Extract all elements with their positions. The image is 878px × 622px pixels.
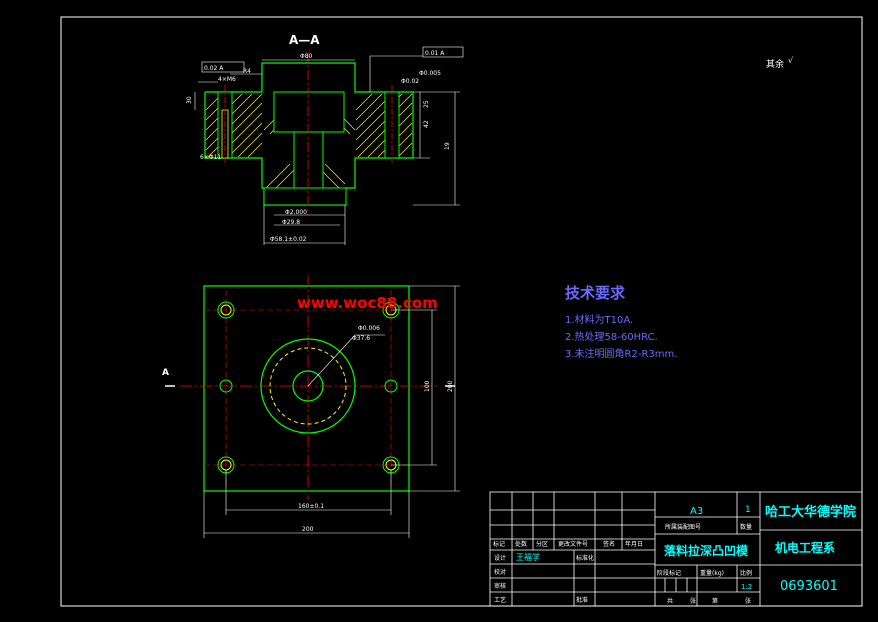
svg-text:重量(kg): 重量(kg)	[700, 569, 724, 577]
svg-text:工艺: 工艺	[494, 596, 506, 604]
tech-requirement-2: 2.热处理58-60HRC.	[565, 330, 658, 343]
svg-text:19: 19	[444, 142, 451, 150]
svg-text:张: 张	[690, 597, 696, 605]
svg-text:更改文件号: 更改文件号	[558, 540, 588, 548]
svg-text:分区: 分区	[536, 540, 548, 548]
section-marker-left: A	[162, 368, 169, 378]
svg-text:200: 200	[447, 380, 454, 392]
svg-text:160±0.1: 160±0.1	[298, 503, 324, 510]
svg-text:年月日: 年月日	[625, 540, 643, 548]
svg-text:4×M6: 4×M6	[218, 76, 236, 83]
svg-text:42: 42	[423, 120, 430, 128]
paper-size: A3	[690, 506, 703, 517]
svg-text:比例: 比例	[740, 569, 752, 577]
svg-text:校对: 校对	[494, 568, 506, 576]
tech-requirement-1: 1.材料为T10A.	[565, 313, 633, 326]
surface-finish-note: 其余	[766, 58, 784, 70]
svg-text:Φ0.005: Φ0.005	[419, 70, 441, 77]
tech-requirements-title: 技术要求	[565, 284, 626, 302]
svg-text:0.01 A: 0.01 A	[425, 50, 445, 57]
svg-text:Φ2.000: Φ2.000	[285, 209, 307, 216]
svg-text:√: √	[788, 56, 794, 65]
svg-text:标记: 标记	[493, 540, 505, 548]
svg-text:张: 张	[745, 597, 751, 605]
svg-text:共: 共	[667, 597, 673, 605]
svg-text:Φ80: Φ80	[300, 53, 313, 60]
svg-text:设计: 设计	[494, 554, 506, 562]
svg-text:0.02 A: 0.02 A	[204, 65, 224, 72]
svg-text:签名: 签名	[603, 540, 615, 548]
part-name: 落料拉深凸凹模	[664, 543, 749, 558]
svg-text:100: 100	[424, 380, 431, 392]
svg-text:Φ58.1±0.02: Φ58.1±0.02	[270, 236, 307, 243]
watermark: www.woc88.com	[297, 294, 438, 312]
svg-text:第: 第	[712, 597, 718, 605]
drawing-number: 0693601	[780, 579, 838, 594]
department-name: 机电工程系	[775, 540, 835, 555]
svg-text:处数: 处数	[515, 540, 527, 548]
svg-text:数量: 数量	[740, 523, 752, 531]
svg-text:200: 200	[302, 526, 314, 533]
svg-text:30: 30	[186, 96, 193, 104]
svg-text:1:2: 1:2	[741, 583, 752, 591]
svg-text:6×Φ11: 6×Φ11	[200, 154, 221, 161]
svg-text:标准化: 标准化	[576, 554, 594, 562]
svg-text:Φ0.006: Φ0.006	[358, 325, 380, 332]
svg-text:Φ37.6: Φ37.6	[352, 335, 370, 342]
svg-text:批准: 批准	[576, 596, 588, 604]
svg-text:所属装配图号: 所属装配图号	[665, 523, 701, 531]
school-name: 哈工大华德学院	[765, 504, 856, 520]
svg-text:审核: 审核	[494, 582, 506, 590]
section-label: A—A	[289, 33, 320, 47]
svg-text:1: 1	[745, 505, 751, 515]
svg-text:王福学: 王福学	[516, 552, 540, 562]
tech-requirement-3: 3.未注明圆角R2-R3mm.	[565, 347, 677, 360]
svg-text:Φ29.8: Φ29.8	[282, 219, 300, 226]
cad-drawing-canvas: A—A 0.02 A 0.01 A Φ80 Φ58.1±0.02 Φ2.000 …	[0, 0, 878, 622]
svg-text:25: 25	[423, 100, 430, 108]
svg-text:阶段标记: 阶段标记	[657, 569, 681, 577]
svg-text:Φ0.02: Φ0.02	[401, 78, 419, 85]
svg-text:R4: R4	[243, 68, 251, 75]
